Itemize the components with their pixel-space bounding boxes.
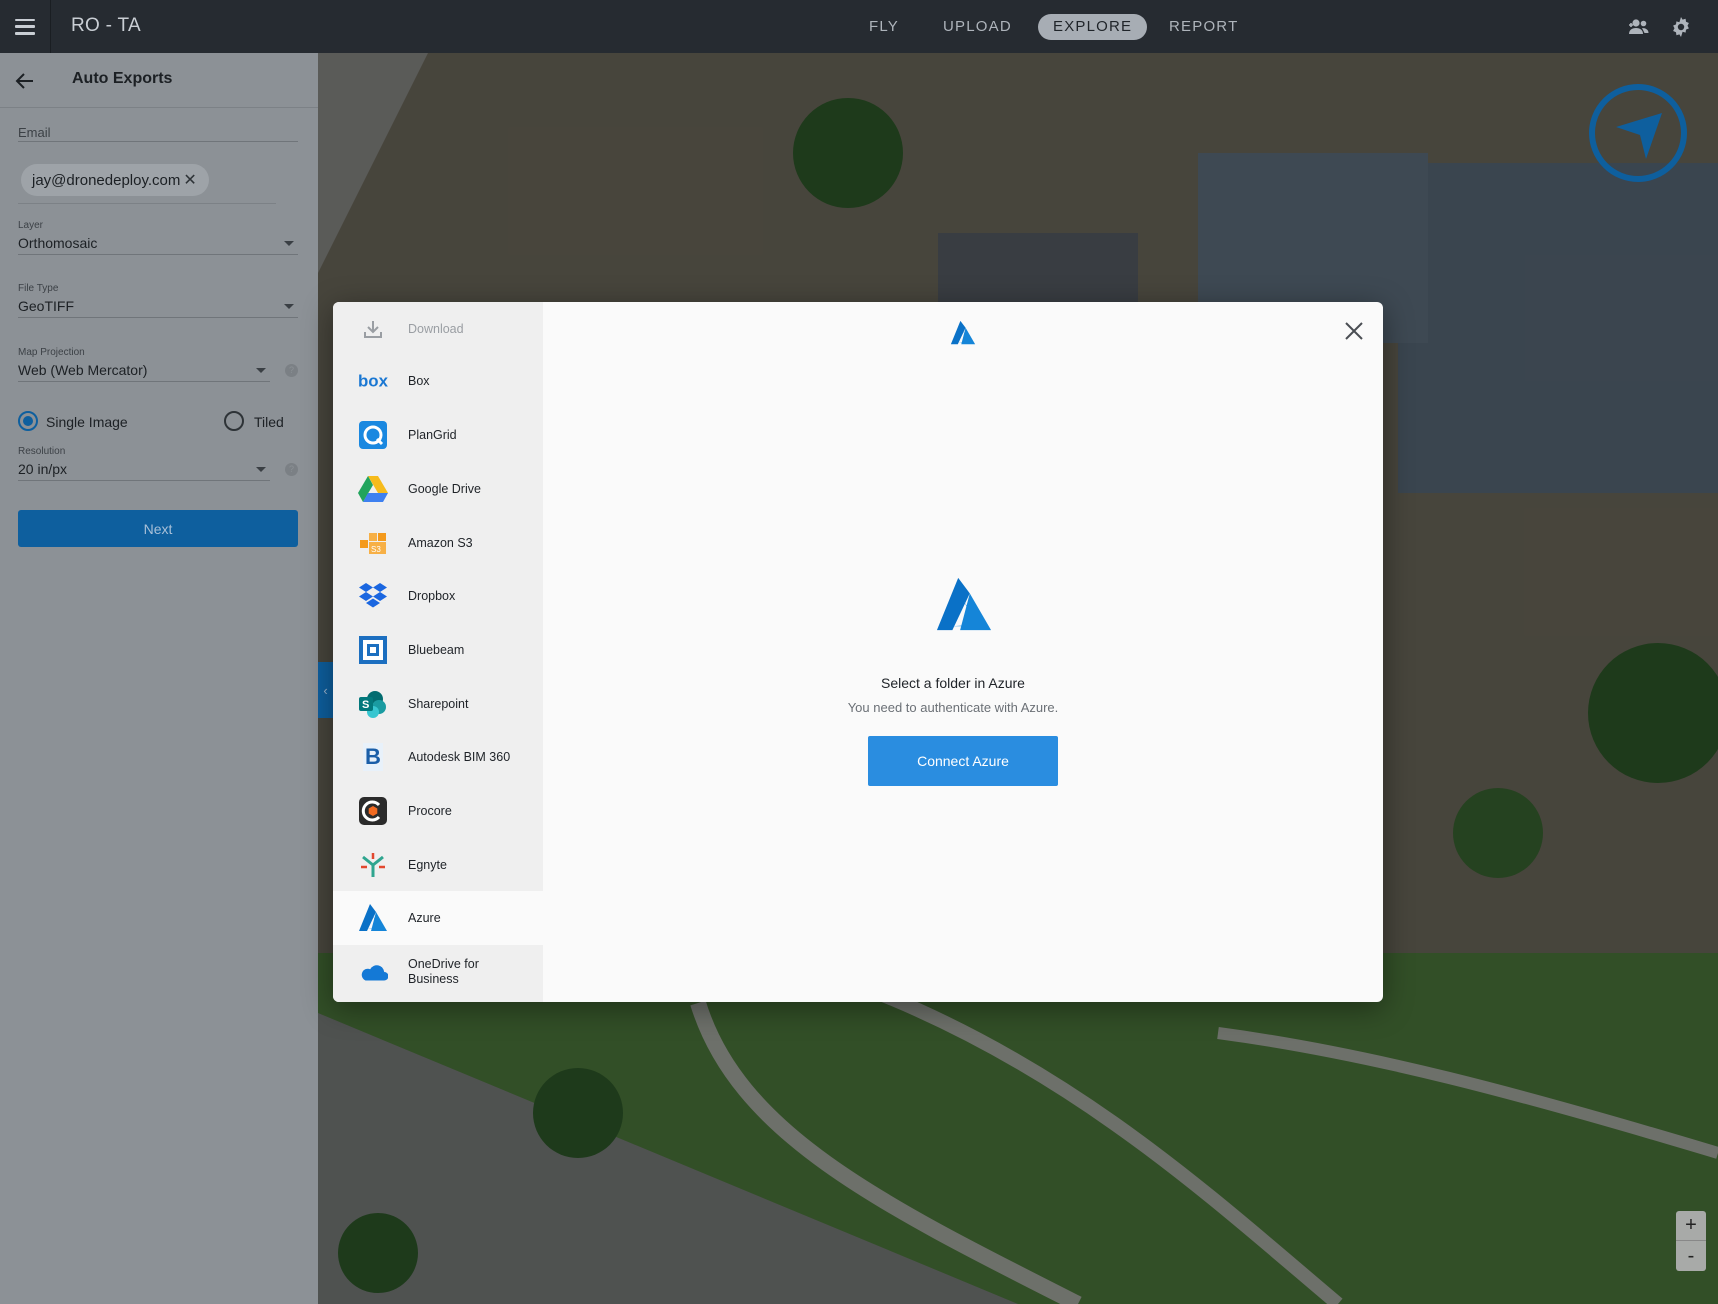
- svg-text:S: S: [362, 699, 369, 711]
- resolution-caret-icon[interactable]: [256, 467, 266, 472]
- provider-onedrive-business[interactable]: OneDrive for Business: [333, 945, 543, 999]
- filetype-line: [18, 317, 298, 318]
- google-drive-icon: [358, 474, 388, 504]
- svg-text:S3: S3: [371, 545, 381, 554]
- nav-explore[interactable]: EXPLORE: [1038, 14, 1148, 40]
- projection-help-icon[interactable]: ?: [285, 364, 298, 377]
- zoom-out-button[interactable]: -: [1676, 1241, 1706, 1271]
- provider-box[interactable]: box Box: [333, 354, 543, 408]
- projection-label: Map Projection: [18, 347, 85, 358]
- resolution-help-icon[interactable]: ?: [285, 463, 298, 476]
- provider-egnyte[interactable]: Egnyte: [333, 838, 543, 892]
- azure-icon: [358, 903, 388, 933]
- main-nav: FLY UPLOAD EXPLORE REPORT: [0, 0, 1718, 53]
- auth-message: You need to authenticate with Azure.: [847, 700, 1059, 715]
- box-icon: box: [358, 366, 388, 396]
- resolution-label: Resolution: [18, 446, 66, 457]
- provider-dropbox[interactable]: Dropbox: [333, 569, 543, 623]
- team-icon[interactable]: [1626, 14, 1652, 40]
- provider-autodesk-bim-360[interactable]: B Autodesk BIM 360: [333, 730, 543, 784]
- tiled-label: Tiled: [254, 414, 284, 430]
- email-label: Email: [18, 125, 51, 140]
- provider-download[interactable]: Download: [333, 302, 543, 356]
- tiled-radio[interactable]: [224, 411, 244, 431]
- provider-procore[interactable]: Procore: [333, 784, 543, 838]
- folder-select-title: Select a folder in Azure: [881, 675, 1025, 691]
- hamburger-icon: [15, 18, 35, 35]
- zoom-in-button[interactable]: +: [1676, 1211, 1706, 1241]
- provider-bluebeam[interactable]: Bluebeam: [333, 623, 543, 677]
- email-chip[interactable]: jay@dronedeploy.com ✕: [21, 164, 209, 196]
- procore-icon: [358, 796, 388, 826]
- projection-select[interactable]: Web (Web Mercator): [18, 362, 147, 378]
- panel-title: Auto Exports: [72, 70, 173, 87]
- provider-azure[interactable]: Azure: [333, 891, 543, 945]
- nav-upload[interactable]: UPLOAD: [943, 14, 1012, 40]
- layer-caret-icon[interactable]: [284, 241, 294, 246]
- provider-amazon-s3[interactable]: S3 Amazon S3: [333, 516, 543, 570]
- close-icon[interactable]: [1343, 320, 1365, 342]
- provider-plangrid[interactable]: PlanGrid: [333, 408, 543, 462]
- email-input-line: [18, 203, 276, 204]
- modal-content: Select a folder in Azure You need to aut…: [543, 302, 1383, 1002]
- download-icon: [358, 314, 388, 344]
- onedrive-icon: [358, 957, 388, 987]
- layer-select[interactable]: Orthomosaic: [18, 235, 97, 251]
- projection-line: [18, 381, 270, 382]
- filetype-label: File Type: [18, 283, 59, 294]
- zoom-control: + -: [1676, 1211, 1706, 1271]
- provider-list: Download box Box PlanGrid Google Drive S…: [333, 302, 543, 1002]
- nav-fly[interactable]: FLY: [869, 14, 899, 40]
- azure-header-icon: [950, 320, 976, 345]
- provider-sharepoint[interactable]: S Sharepoint: [333, 677, 543, 731]
- chevron-left-icon: ‹: [323, 682, 328, 698]
- app-title: RO - TA: [71, 15, 142, 36]
- compass-icon[interactable]: [1588, 83, 1688, 183]
- collapse-panel-tab[interactable]: ‹: [318, 662, 333, 718]
- layer-line: [18, 254, 298, 255]
- connect-azure-button[interactable]: Connect Azure: [868, 736, 1058, 786]
- top-bar: RO - TA FLY UPLOAD EXPLORE REPORT: [0, 0, 1718, 53]
- panel-header: Auto Exports: [0, 53, 318, 108]
- single-image-radio[interactable]: [18, 411, 38, 431]
- sharepoint-icon: S: [358, 689, 388, 719]
- back-arrow-icon[interactable]: [14, 70, 36, 92]
- nav-report[interactable]: REPORT: [1169, 14, 1238, 40]
- svg-text:box: box: [358, 372, 388, 391]
- autodesk-bim-360-icon: B: [358, 742, 388, 772]
- bluebeam-icon: [358, 635, 388, 665]
- layer-label: Layer: [18, 220, 44, 231]
- filetype-caret-icon[interactable]: [284, 304, 294, 309]
- amazon-s3-icon: S3: [358, 528, 388, 558]
- email-chip-text: jay@dronedeploy.com: [32, 171, 181, 189]
- resolution-select[interactable]: 20 in/px: [18, 461, 67, 477]
- gear-icon[interactable]: [1668, 14, 1694, 40]
- provider-google-drive[interactable]: Google Drive: [333, 462, 543, 516]
- filetype-select[interactable]: GeoTIFF: [18, 298, 74, 314]
- next-button[interactable]: Next: [18, 510, 298, 547]
- export-destination-modal: Download box Box PlanGrid Google Drive S…: [333, 302, 1383, 1002]
- dropbox-icon: [358, 581, 388, 611]
- resolution-line: [18, 480, 270, 481]
- menu-button[interactable]: [0, 0, 51, 53]
- single-image-label: Single Image: [46, 414, 128, 430]
- auto-exports-panel: Auto Exports Email jay@dronedeploy.com ✕…: [0, 53, 318, 1304]
- svg-text:B: B: [365, 744, 381, 769]
- plangrid-icon: [358, 420, 388, 450]
- egnyte-icon: [358, 850, 388, 880]
- azure-logo-icon: [936, 577, 992, 631]
- projection-caret-icon[interactable]: [256, 368, 266, 373]
- email-field-line: [18, 141, 298, 142]
- remove-chip-icon[interactable]: ✕: [183, 170, 196, 190]
